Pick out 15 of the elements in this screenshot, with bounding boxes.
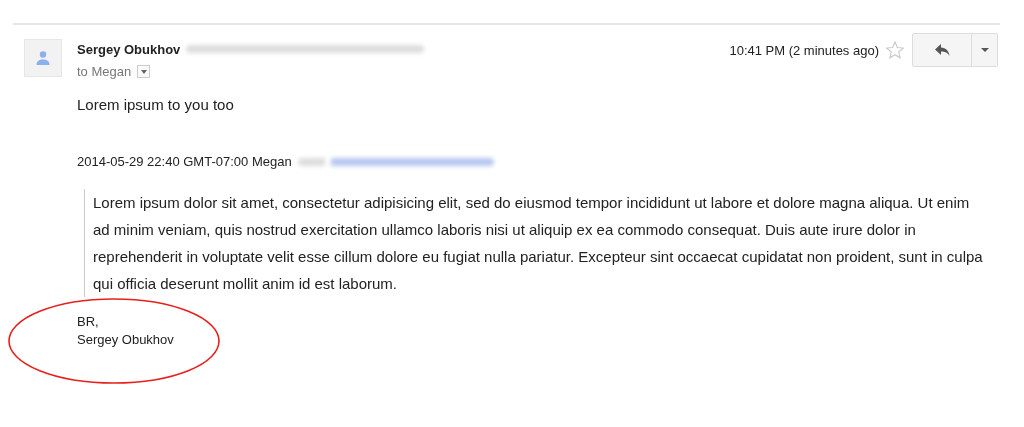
- star-icon[interactable]: [885, 40, 905, 60]
- timestamp: 10:41 PM (2 minutes ago): [729, 43, 879, 58]
- signature-line: BR,: [77, 313, 100, 331]
- quote-header: 2014-05-29 22:40 GMT-07:00 Megan: [77, 154, 292, 169]
- caret-icon: [980, 48, 989, 52]
- details-dropdown[interactable]: [137, 65, 151, 78]
- signature-line: Sergey Obukhov: [77, 331, 175, 349]
- recipient-label: to Megan: [77, 64, 132, 79]
- reply-button[interactable]: [912, 33, 972, 67]
- person-icon: [35, 50, 51, 66]
- sender-name: Sergey Obukhov: [77, 41, 181, 57]
- caret-icon: [140, 69, 147, 74]
- quoted-text: Lorem ipsum dolor sit amet, consectetur adipisicing elit, sed do eiusmod tempor incididunt ut labore et dolore magna aliqua. Ut enim ad minim veniam, quis nostrud exercitation ullamco laboris nisi ut aliquip ex ea commodo consequat. Duis aute irure dolor in reprehenderit in voluptate velit esse cillum dolore eu fugiat nulla pariatur. Excepteur sint occaecat cupidatat non proident, sunt in culpa qui officia deserunt mollit anim id est laborum.: [93, 193, 983, 294]
- message-text: Lorem ipsum to you too: [77, 95, 235, 115]
- reply-icon: [934, 43, 950, 57]
